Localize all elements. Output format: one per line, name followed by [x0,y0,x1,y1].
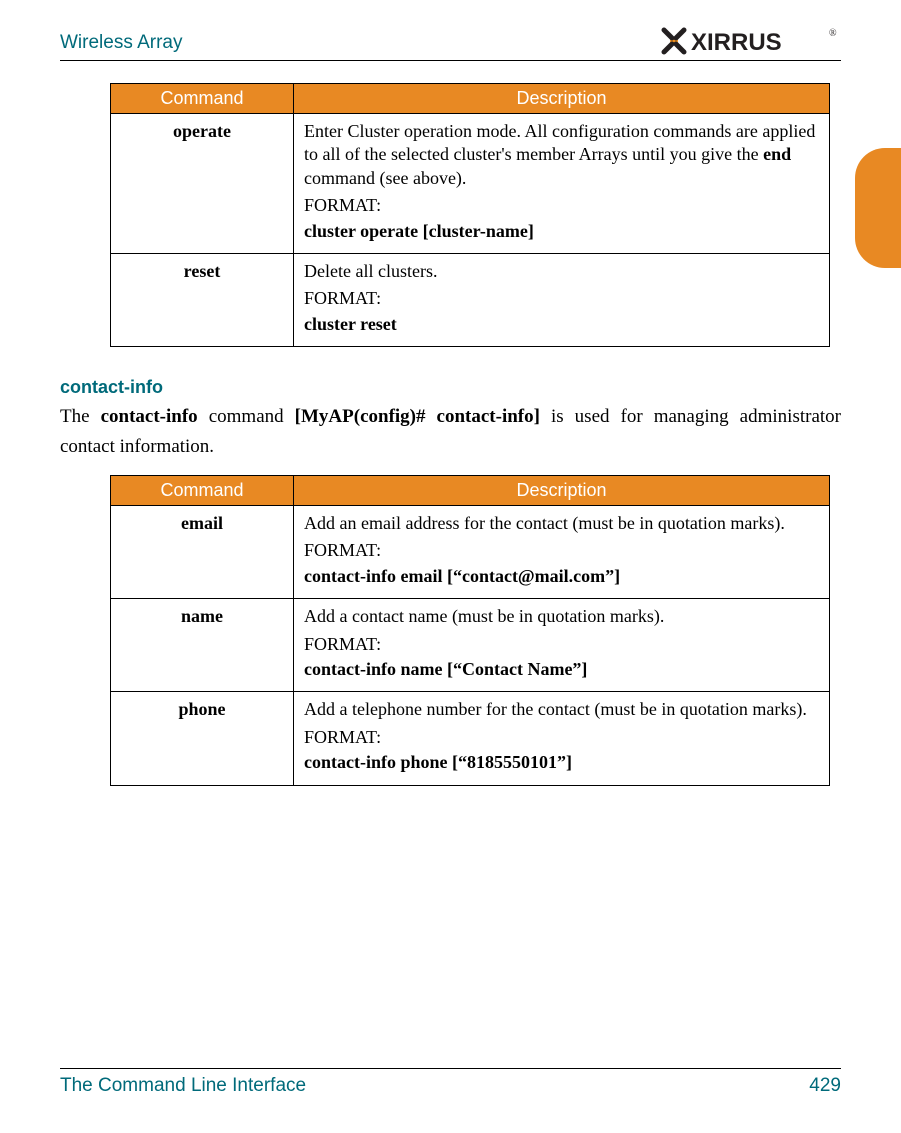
cmd-description: Add a telephone number for the contact (… [294,692,830,785]
col-header-description: Description [294,84,830,114]
cmd-name: operate [111,114,294,254]
side-tab-icon [855,148,901,268]
cmd-description: Add an email address for the contact (mu… [294,506,830,599]
col-header-description: Description [294,476,830,506]
cmd-description: Enter Cluster operation mode. All config… [294,114,830,254]
contact-info-commands-table: Command Description email Add an email a… [110,475,830,786]
table-row: operate Enter Cluster operation mode. Al… [111,114,830,254]
cluster-commands-table: Command Description operate Enter Cluste… [110,83,830,347]
section-intro: The contact-info command [MyAP(config)# … [60,402,841,461]
cmd-name: phone [111,692,294,785]
svg-text:®: ® [829,28,837,39]
svg-text:XIRRUS: XIRRUS [691,29,782,56]
section-heading: contact-info [60,377,841,398]
header-title: Wireless Array [60,26,182,54]
table-header-row: Command Description [111,476,830,506]
cmd-description: Add a contact name (must be in quotation… [294,599,830,692]
page-footer: The Command Line Interface 429 [60,1068,841,1097]
page-number: 429 [809,1075,841,1097]
page-header: Wireless Array XIRRUS ® [60,26,841,61]
table-row: reset Delete all clusters. FORMAT: clust… [111,253,830,346]
cmd-name: name [111,599,294,692]
table-row: name Add a contact name (must be in quot… [111,599,830,692]
cmd-name: email [111,506,294,599]
table-row: email Add an email address for the conta… [111,506,830,599]
brand-logo: XIRRUS ® [661,26,841,56]
cmd-description: Delete all clusters. FORMAT: cluster res… [294,253,830,346]
table-row: phone Add a telephone number for the con… [111,692,830,785]
cmd-name: reset [111,253,294,346]
table-header-row: Command Description [111,84,830,114]
col-header-command: Command [111,84,294,114]
col-header-command: Command [111,476,294,506]
footer-section: The Command Line Interface [60,1075,306,1097]
